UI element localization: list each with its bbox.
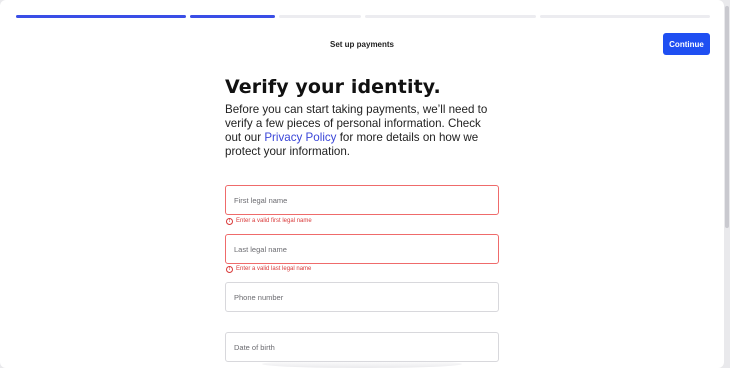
bottom-shadow — [262, 360, 462, 368]
progress-step-4 — [365, 15, 536, 18]
progress-step-2 — [190, 15, 275, 18]
last-name-input[interactable] — [234, 244, 498, 254]
dob-input[interactable] — [234, 342, 498, 352]
intro-text: Before you can start taking payments, we… — [225, 103, 500, 159]
error-icon: ! — [226, 217, 233, 225]
phone-field[interactable] — [225, 282, 499, 312]
progress-step-3 — [279, 15, 361, 18]
scrollbar-track[interactable] — [724, 0, 730, 368]
payment-setup-card: Set up payments Continue Verify your ide… — [0, 0, 724, 368]
privacy-policy-link[interactable]: Privacy Policy — [264, 131, 336, 144]
error-icon: ! — [226, 265, 233, 273]
phone-input[interactable] — [234, 292, 498, 302]
progress-step-5 — [540, 15, 710, 18]
progress-step-1 — [16, 15, 186, 18]
last-name-error-text: Enter a valid last legal name — [236, 266, 312, 272]
page-title: Verify your identity. — [225, 76, 441, 98]
continue-button[interactable]: Continue — [663, 33, 710, 55]
first-name-field[interactable] — [225, 185, 499, 215]
first-name-error-text: Enter a valid first legal name — [236, 218, 312, 224]
dob-field[interactable] — [225, 332, 499, 362]
first-name-input[interactable] — [234, 195, 498, 205]
page-header-title: Set up payments — [329, 40, 394, 49]
intro-section: Verify your identity. Before you can sta… — [225, 76, 500, 159]
progress-steps — [16, 15, 714, 18]
scrollbar-thumb[interactable] — [725, 6, 729, 228]
first-name-error: ! Enter a valid first legal name — [226, 216, 312, 226]
last-name-error: ! Enter a valid last legal name — [226, 264, 311, 274]
last-name-field[interactable] — [225, 234, 499, 264]
